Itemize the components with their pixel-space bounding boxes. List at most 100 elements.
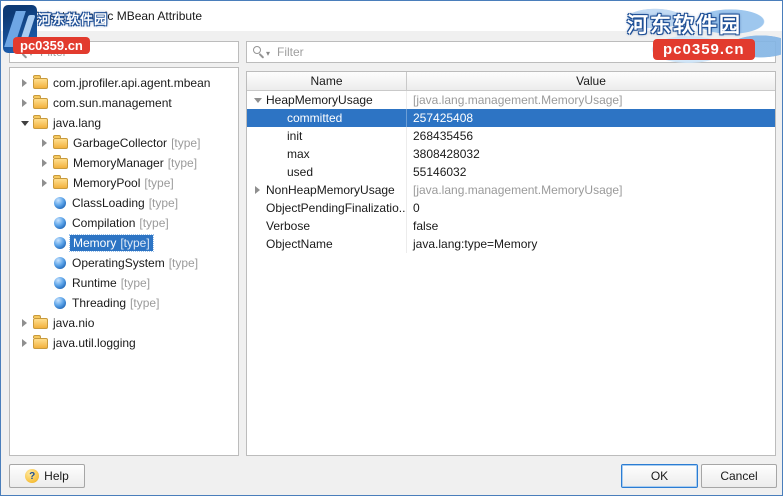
attribute-name: HeapMemoryUsage xyxy=(266,93,373,107)
tree-item-type-suffix: [type] xyxy=(171,136,201,150)
tree-item-label: Memory xyxy=(73,236,117,250)
tree-item-label: Threading xyxy=(72,296,127,310)
tree-item-label: Runtime xyxy=(72,276,117,290)
tree-item-label: ClassLoading xyxy=(72,196,145,210)
table-row[interactable]: Verbose false xyxy=(247,217,775,235)
watermark-site-name: 河东软件园 xyxy=(38,12,109,27)
attribute-name: ObjectPendingFinalizatio... xyxy=(266,201,407,215)
table-row[interactable]: used 55146032 xyxy=(247,163,775,181)
tree-item-type-suffix: [type] xyxy=(168,256,199,270)
chevron-right-icon[interactable] xyxy=(18,317,31,330)
tree-item-type-suffix: [type] xyxy=(120,276,151,290)
chevron-right-icon[interactable] xyxy=(18,337,31,350)
attribute-name: ObjectName xyxy=(266,237,333,251)
folder-icon xyxy=(53,154,68,169)
mbean-icon xyxy=(54,237,66,249)
mbean-icon xyxy=(54,217,66,229)
chevron-right-icon[interactable] xyxy=(38,177,51,190)
help-icon: ? xyxy=(25,469,40,483)
tree-item[interactable]: Compilation [type] xyxy=(10,213,238,233)
attribute-name: NonHeapMemoryUsage xyxy=(266,183,395,197)
chevron-down-icon[interactable]: ▾ xyxy=(266,49,270,58)
chevron-down-icon[interactable] xyxy=(18,117,31,130)
tree-item[interactable]: MemoryPool [type] xyxy=(10,173,238,193)
mbean-tree: com.jprofiler.api.agent.mbean com.sun.ma… xyxy=(9,67,239,456)
folder-icon xyxy=(53,174,68,189)
tree-item-label: Compilation xyxy=(72,216,136,230)
attribute-value: java.lang:type=Memory xyxy=(413,237,538,251)
column-header-value[interactable]: Value xyxy=(407,72,775,90)
chevron-right-icon[interactable] xyxy=(18,77,31,90)
tree-item-label: com.jprofiler.api.agent.mbean xyxy=(53,76,211,90)
folder-icon xyxy=(33,74,48,89)
tree-item-label: MemoryPool xyxy=(73,176,141,190)
attribute-value: 257425408 xyxy=(413,111,474,125)
attribute-value: 268435456 xyxy=(413,129,474,143)
attribute-value: [java.lang.management.MemoryUsage] xyxy=(413,93,623,107)
ok-button[interactable]: OK xyxy=(621,464,698,488)
tree-item-label: java.nio xyxy=(53,316,95,330)
tree-item[interactable]: MemoryManager [type] xyxy=(10,153,238,173)
search-icon xyxy=(252,45,266,59)
table-row[interactable]: NonHeapMemoryUsage [java.lang.management… xyxy=(247,181,775,199)
tree-item[interactable]: Threading [type] xyxy=(10,293,238,313)
tree-item[interactable]: com.jprofiler.api.agent.mbean xyxy=(10,73,238,93)
attribute-name: used xyxy=(287,165,314,179)
tree-item[interactable]: java.util.logging xyxy=(10,333,238,353)
column-header-name[interactable]: Name xyxy=(247,72,407,90)
attribute-value: 0 xyxy=(413,201,420,215)
watermark-top-left: 河东软件园 pc0359.cn xyxy=(1,3,107,63)
attribute-name: max xyxy=(287,147,310,161)
chevron-right-icon[interactable] xyxy=(251,184,264,197)
chevron-right-icon[interactable] xyxy=(18,97,31,110)
chevron-right-icon[interactable] xyxy=(38,137,51,150)
help-button-label: Help xyxy=(44,469,69,483)
tree-item-type-suffix: [type] xyxy=(120,236,150,250)
tree-item-label: java.util.logging xyxy=(53,336,136,350)
tree-item[interactable]: java.nio xyxy=(10,313,238,333)
tree-item[interactable]: com.sun.management xyxy=(10,93,238,113)
folder-icon xyxy=(33,114,48,129)
attribute-value: false xyxy=(413,219,439,233)
folder-icon xyxy=(33,94,48,109)
chevron-right-icon[interactable] xyxy=(38,157,51,170)
table-row[interactable]: init 268435456 xyxy=(247,127,775,145)
tree-item[interactable]: GarbageCollector [type] xyxy=(10,133,238,153)
tree-item-label: GarbageCollector xyxy=(73,136,168,150)
tree-item[interactable]: ClassLoading [type] xyxy=(10,193,238,213)
tree-item[interactable]: Runtime [type] xyxy=(10,273,238,293)
table-row[interactable]: ObjectName java.lang:type=Memory xyxy=(247,235,775,253)
table-row[interactable]: max 3808428032 xyxy=(247,145,775,163)
tree-item-type-suffix: [type] xyxy=(139,216,169,230)
tree-item[interactable]: OperatingSystem [type] xyxy=(10,253,238,273)
cancel-button[interactable]: Cancel xyxy=(701,464,777,488)
tree-item-label: OperatingSystem xyxy=(72,256,165,270)
watermark-site-url: pc0359.cn xyxy=(653,39,755,60)
help-button[interactable]: ? Help xyxy=(9,464,85,488)
table-row-selected[interactable]: committed 257425408 xyxy=(247,109,775,127)
table-row[interactable]: ObjectPendingFinalizatio... 0 xyxy=(247,199,775,217)
table-row[interactable]: HeapMemoryUsage [java.lang.management.Me… xyxy=(247,91,775,109)
tree-item-type-suffix: [type] xyxy=(130,296,160,310)
attribute-value: 3808428032 xyxy=(413,147,480,161)
mbean-icon xyxy=(54,257,66,269)
tree-item-type-suffix: [type] xyxy=(167,156,198,170)
folder-icon xyxy=(33,334,48,349)
attribute-name: committed xyxy=(287,111,343,125)
select-numeric-mbean-attribute-dialog: Select Numeric MBean Attribute ▾ com.jpr… xyxy=(0,0,783,496)
mbean-icon xyxy=(54,277,66,289)
watermark-top-right: 河东软件园 pc0359.cn xyxy=(613,3,781,65)
tree-item[interactable]: java.lang xyxy=(10,113,238,133)
table-header: Name Value xyxy=(247,72,775,91)
chevron-down-icon[interactable] xyxy=(251,94,264,107)
tree-item-label: MemoryManager xyxy=(73,156,164,170)
tree-item-selected[interactable]: Memory [type] xyxy=(10,233,238,253)
attribute-table: Name Value HeapMemoryUsage [java.lang.ma… xyxy=(246,71,776,456)
